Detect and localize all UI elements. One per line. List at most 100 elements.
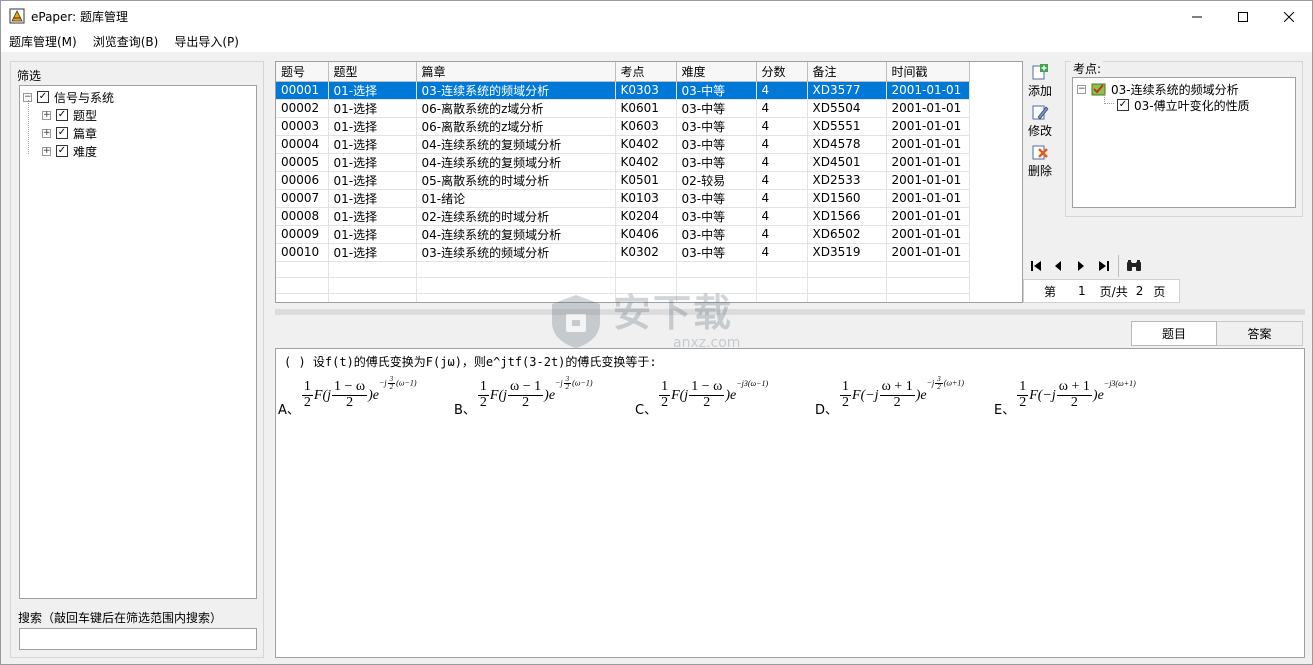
first-page-button[interactable] [1025, 255, 1047, 277]
horizontal-splitter[interactable] [275, 309, 1305, 315]
table-row[interactable]: 00003 01-选择 06-离散系统的z域分析 K0603 03-中等 4 XD5551 2… [276, 117, 970, 136]
math-fraction: ω + 12 [879, 379, 915, 410]
tree-node-difficulty[interactable]: + ✓ 难度 [42, 142, 97, 160]
table-row[interactable]: 00006 01-选择 05-离散系统的时域分析 K0501 02-较易 4 XD2533 2… [276, 171, 970, 190]
expand-icon[interactable]: + [42, 110, 51, 120]
empty-cell [615, 261, 677, 278]
math-expression: )e [1092, 387, 1104, 403]
cell-point: K0603 [615, 117, 677, 136]
kd-child-label: 03-傅立叶变化的性质 [1134, 98, 1250, 113]
expand-icon[interactable]: + [42, 146, 51, 156]
col-header-score[interactable]: 分数 [756, 62, 808, 82]
tree-node-root[interactable]: − ✓ 信号与系统 [23, 88, 114, 106]
question-stem: ( ) 设f(t)的傅氏变换为F(jω)，则e^jtf(3-2t)的傅氏变换等于… [284, 355, 657, 369]
col-header-difficulty[interactable]: 难度 [676, 62, 757, 82]
table-row[interactable]: 00009 01-选择 04-连续系统的复频域分析 K0406 03-中等 4 XD6502… [276, 225, 970, 244]
tab-question[interactable]: 题目 [1131, 321, 1217, 346]
cell-chapter: 04-连续系统的复频域分析 [416, 153, 616, 172]
cell-timestamp: 2001-01-01 [886, 99, 970, 118]
cell-difficulty: 03-中等 [676, 153, 757, 172]
table-row[interactable]: 00004 01-选择 04-连续系统的复频域分析 K0402 03-中等 4 XD4578… [276, 135, 970, 154]
math-exponent: −j3(ω−1) [736, 379, 769, 388]
add-button[interactable]: 添加 [1024, 63, 1056, 99]
col-header-chapter[interactable]: 篇章 [416, 62, 616, 82]
checkbox-checked-icon[interactable]: ✓ [56, 145, 68, 157]
app-window: ePaper: 题库管理 题库管理(M) 浏览查询(B) 导出导入(P) 筛选 … [0, 0, 1313, 665]
cell-point: K0402 [615, 135, 677, 154]
edit-button[interactable]: 修改 [1024, 103, 1056, 139]
grid-header-row: 题号 题型 篇章 考点 难度 分数 备注 时间戳 [276, 62, 970, 82]
question-grid[interactable]: 题号 题型 篇章 考点 难度 分数 备注 时间戳 00001 01-选择 03-连续… [275, 61, 1023, 303]
knowledge-point-tree[interactable]: − 03-连续系统的频域分析 ✓ 03-傅立叶变化的性质 [1072, 77, 1296, 208]
checkbox-checked-icon[interactable]: ✓ [1117, 99, 1129, 111]
menu-export-import[interactable]: 导出导入(P) [166, 32, 247, 52]
app-icon [9, 8, 25, 24]
math-fraction: 12 [477, 379, 489, 410]
tree-node-chapter[interactable]: + ✓ 篇章 [42, 124, 97, 142]
col-header-remark[interactable]: 备注 [807, 62, 887, 82]
table-row[interactable]: 00002 01-选择 06-离散系统的z域分析 K0601 03-中等 4 XD5504 2… [276, 99, 970, 118]
empty-cell [807, 277, 887, 294]
prev-page-button[interactable] [1047, 255, 1069, 277]
col-header-type[interactable]: 题型 [328, 62, 417, 82]
last-page-button[interactable] [1093, 255, 1115, 277]
next-page-button[interactable] [1070, 255, 1092, 277]
empty-cell [756, 261, 808, 278]
kd-node-child[interactable]: ✓ 03-傅立叶变化的性质 [1117, 96, 1250, 114]
col-header-timestamp[interactable]: 时间戳 [886, 62, 970, 82]
grid-table: 题号 题型 篇章 考点 难度 分数 备注 时间戳 00001 01-选择 03-连续… [276, 62, 970, 302]
search-input[interactable] [19, 628, 257, 650]
delete-button[interactable]: 删除 [1024, 143, 1056, 179]
filter-tree[interactable]: − ✓ 信号与系统 + ✓ 题型 + ✓ 篇章 + ✓ 难度 [19, 85, 257, 599]
math-expression: F(j [489, 387, 508, 403]
checkbox-checked-icon[interactable]: ✓ [56, 109, 68, 121]
option-letter: A、 [278, 403, 300, 418]
checkbox-checked-icon[interactable]: ✓ [37, 91, 49, 103]
table-row[interactable]: 00010 01-选择 03-连续系统的频域分析 K0302 03-中等 4 XD3519 2… [276, 243, 970, 262]
pager-current[interactable]: 1 [1078, 284, 1086, 298]
col-header-point[interactable]: 考点 [615, 62, 677, 82]
option-a: A、 12 F(j 1 − ω2 )e −j 3 2 (ω−1) [278, 373, 417, 418]
cell-id: 00007 [276, 189, 329, 208]
cell-type: 01-选择 [328, 189, 417, 208]
cell-chapter: 01-绪论 [416, 189, 616, 208]
cell-score: 4 [756, 135, 808, 154]
math-fraction: 12 [840, 379, 852, 410]
option-b: B、 12 F(j ω − 12 )e −j 3 2 (ω−1) [454, 373, 593, 418]
checkbox-checked-icon[interactable]: ✓ [56, 127, 68, 139]
find-button[interactable] [1123, 255, 1145, 277]
minimize-icon [1192, 16, 1202, 17]
cell-timestamp: 2001-01-01 [886, 207, 970, 226]
menu-question-bank[interactable]: 题库管理(M) [1, 32, 85, 52]
math-fraction: ω − 12 [508, 379, 544, 410]
cell-chapter: 03-连续系统的频域分析 [416, 243, 616, 262]
table-row[interactable]: 00005 01-选择 04-连续系统的复频域分析 K0402 03-中等 4 XD4501… [276, 153, 970, 172]
cell-chapter: 05-离散系统的时域分析 [416, 171, 616, 190]
close-button[interactable] [1266, 1, 1312, 32]
cell-timestamp: 2001-01-01 [886, 153, 970, 172]
expand-icon[interactable]: + [42, 128, 51, 138]
math-fraction: 12 [1017, 379, 1029, 410]
empty-cell [807, 293, 887, 302]
col-header-id[interactable]: 题号 [276, 62, 329, 82]
menu-browse[interactable]: 浏览查询(B) [85, 32, 167, 52]
maximize-button[interactable] [1220, 1, 1266, 32]
empty-cell [276, 277, 329, 294]
cell-remark: XD6502 [807, 225, 887, 244]
cell-id: 00010 [276, 243, 329, 262]
cell-score: 4 [756, 225, 808, 244]
table-row[interactable]: 00007 01-选择 01-绪论 K0103 03-中等 4 XD1560 2001-01-… [276, 189, 970, 208]
title-bar: ePaper: 题库管理 [1, 1, 1312, 32]
cell-type: 01-选择 [328, 153, 417, 172]
cell-type: 01-选择 [328, 225, 417, 244]
minimize-button[interactable] [1174, 1, 1220, 32]
tree-node-type[interactable]: + ✓ 题型 [42, 106, 97, 124]
table-row[interactable]: 00008 01-选择 02-连续系统的时域分析 K0204 03-中等 4 XD1566 2… [276, 207, 970, 226]
pager-suffix: 页 [1153, 284, 1166, 299]
cell-remark: XD4578 [807, 135, 887, 154]
cell-score: 4 [756, 153, 808, 172]
tab-answer[interactable]: 答案 [1217, 321, 1303, 346]
collapse-icon[interactable]: − [1077, 84, 1086, 94]
table-row[interactable]: 00001 01-选择 03-连续系统的频域分析 K0303 03-中等 4 XD3577 2… [276, 81, 970, 100]
math-exponent: −j 3 2 (ω+1) [926, 374, 965, 391]
